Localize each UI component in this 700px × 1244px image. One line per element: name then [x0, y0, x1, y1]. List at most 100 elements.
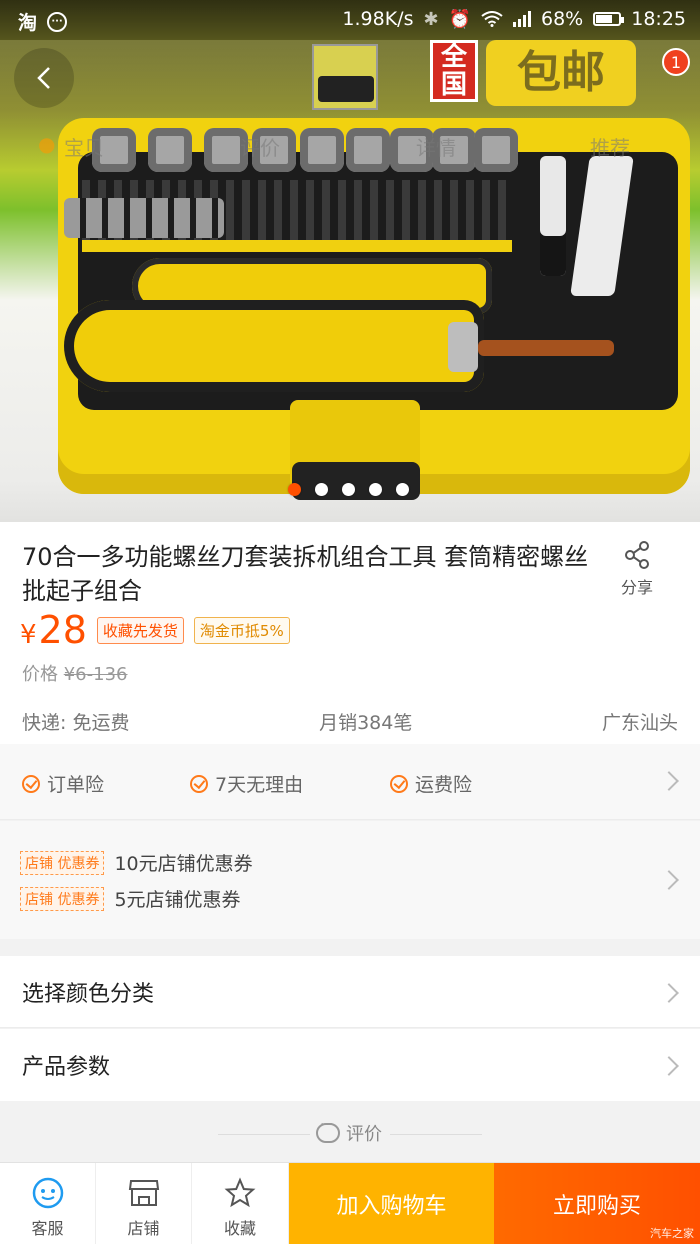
select-color-label: 选择颜色分类: [22, 982, 155, 1007]
chat-face-icon: [32, 1177, 63, 1209]
promo-text-free-shipping: 包邮: [517, 47, 605, 98]
service-guarantees[interactable]: 订单险 7天无理由 运费险: [0, 744, 700, 820]
overlay-tab-item[interactable]: 宝贝: [64, 132, 104, 161]
favorite-label: 收藏: [223, 1219, 256, 1238]
carousel-dot[interactable]: [315, 483, 328, 496]
promo-text-nationwide: 全国: [440, 42, 467, 100]
customer-service-tab[interactable]: 客服: [0, 1163, 96, 1244]
original-price-row: 价格 ¥6-136: [22, 660, 128, 686]
original-price: ¥6-136: [63, 664, 128, 685]
original-price-label: 价格: [22, 664, 58, 685]
small-socket-row: [64, 198, 224, 238]
location-pin-icon: ●: [38, 132, 56, 156]
coupon-tag: 店铺 优惠券: [20, 850, 105, 875]
check-circle-icon: [390, 774, 408, 793]
share-button[interactable]: 分享: [610, 540, 664, 598]
bottom-action-bar: 客服 店铺 收藏 加入购物车 立即购买 汽车之家: [0, 1162, 700, 1244]
divider-line: [218, 1134, 310, 1135]
customer-service-label: 客服: [31, 1219, 64, 1238]
price-value: 28: [38, 608, 87, 652]
coupon-item: 店铺 优惠券 5元店铺优惠券: [20, 885, 241, 912]
overlay-tab-recommend[interactable]: 推荐: [590, 132, 630, 161]
overlay-tab-detail[interactable]: 详情: [416, 132, 456, 161]
alarm-icon: ⏰: [448, 8, 471, 30]
chevron-right-icon: [659, 983, 679, 1003]
screwdriver-shaft: [478, 340, 614, 356]
coupon-item: 店铺 优惠券 10元店铺优惠券: [20, 849, 253, 876]
check-circle-icon: [22, 774, 40, 793]
add-to-cart-button[interactable]: 加入购物车: [289, 1163, 494, 1244]
promo-badge-nationwide: 全国: [430, 40, 478, 102]
ship-from-location: 广东汕头: [601, 712, 678, 734]
chevron-right-icon: [659, 870, 679, 890]
service-7-day-return: 7天无理由: [190, 770, 303, 797]
promo-badge-free-shipping: 包邮: [486, 40, 636, 106]
carousel-dots: [288, 483, 409, 496]
taobao-notification-icon: 淘: [18, 12, 38, 34]
watermark: 汽车之家: [650, 1227, 694, 1240]
screwdriver-handle-large: [64, 300, 484, 392]
price-row: ¥28 收藏先发货 淘金币抵5%: [20, 608, 290, 652]
review-label: 评价: [346, 1124, 382, 1145]
currency-symbol: ¥: [20, 620, 37, 650]
cart-badge[interactable]: 1: [662, 48, 690, 76]
overlay-tab-bar: ● 宝贝 评价 详情 推荐: [0, 112, 700, 178]
comment-bubble-icon: [316, 1117, 340, 1143]
monthly-sales: 月销384笔: [319, 712, 413, 734]
bluetooth-icon: ✱: [423, 8, 439, 30]
overlay-tab-review[interactable]: 评价: [240, 132, 280, 161]
chevron-left-icon: [37, 67, 50, 89]
chevron-right-icon: [659, 1056, 679, 1076]
service-label: 订单险: [47, 774, 105, 796]
star-icon: [224, 1177, 256, 1208]
product-params-label: 产品参数: [22, 1055, 111, 1080]
carousel-dot[interactable]: [369, 483, 382, 496]
coupon-text: 10元店铺优惠券: [114, 853, 253, 875]
shop-tab[interactable]: 店铺: [96, 1163, 192, 1244]
battery-level: 68%: [541, 8, 584, 30]
check-circle-icon: [190, 774, 208, 793]
product-image-carousel[interactable]: 全国 包邮 ● 宝贝 评价 详情 推荐: [0, 0, 700, 522]
wifi-icon: [481, 11, 503, 27]
service-order-insurance: 订单险: [22, 770, 104, 797]
service-label: 7天无理由: [215, 774, 304, 796]
favorite-tab[interactable]: 收藏: [192, 1163, 289, 1244]
divider-line: [390, 1134, 482, 1135]
product-title: 70合一多功能螺丝刀套装拆机组合工具 套筒精密螺丝批起子组合: [22, 543, 589, 605]
service-label: 运费险: [415, 774, 473, 796]
coupon-tag: 店铺 优惠券: [20, 886, 105, 911]
product-info: 70合一多功能螺丝刀套装拆机组合工具 套筒精密螺丝批起子组合 分享 ¥28 收藏…: [0, 522, 700, 744]
product-thumbnail: [312, 44, 378, 110]
coupon-text: 5元店铺优惠券: [114, 889, 241, 911]
shop-icon: [128, 1180, 159, 1206]
battery-icon: [593, 12, 625, 26]
network-speed: 1.98K/s: [342, 8, 414, 30]
service-shipping-insurance: 运费险: [390, 770, 472, 797]
review-heading: 评价: [316, 1117, 382, 1146]
product-meta: 快递: 免运费 月销384笔 广东汕头: [22, 708, 678, 735]
shipping-info: 快递: 免运费: [22, 712, 130, 734]
review-section-header: 评价: [0, 1102, 700, 1162]
promo-banner: 全国 包邮: [430, 40, 650, 110]
carousel-dot[interactable]: [342, 483, 355, 496]
buy-now-label: 立即购买: [552, 1194, 641, 1219]
status-bar: 淘 ··· 1.98K/s ✱ ⏰ 68% 18:25: [0, 0, 700, 40]
tag-taojinbi: 淘金币抵5%: [193, 616, 290, 644]
buy-now-button[interactable]: 立即购买 汽车之家: [494, 1163, 700, 1244]
select-color-row[interactable]: 选择颜色分类: [0, 956, 700, 1028]
back-button[interactable]: [14, 48, 74, 108]
shop-label: 店铺: [127, 1219, 160, 1238]
screwdriver-ring: [448, 322, 478, 372]
coupon-list[interactable]: 店铺 优惠券 10元店铺优惠券 店铺 优惠券 5元店铺优惠券: [0, 821, 700, 939]
clock-time: 18:25: [631, 8, 686, 30]
more-dots-icon: ···: [47, 11, 68, 32]
product-params-row[interactable]: 产品参数: [0, 1029, 700, 1101]
current-price: ¥28: [20, 608, 87, 652]
share-label: 分享: [620, 578, 653, 597]
share-icon: [625, 541, 649, 569]
signal-icon: [513, 11, 531, 27]
chevron-right-icon: [659, 771, 679, 791]
carousel-dot[interactable]: [288, 483, 301, 496]
carousel-dot[interactable]: [396, 483, 409, 496]
tag-favorite-first: 收藏先发货: [96, 616, 184, 644]
